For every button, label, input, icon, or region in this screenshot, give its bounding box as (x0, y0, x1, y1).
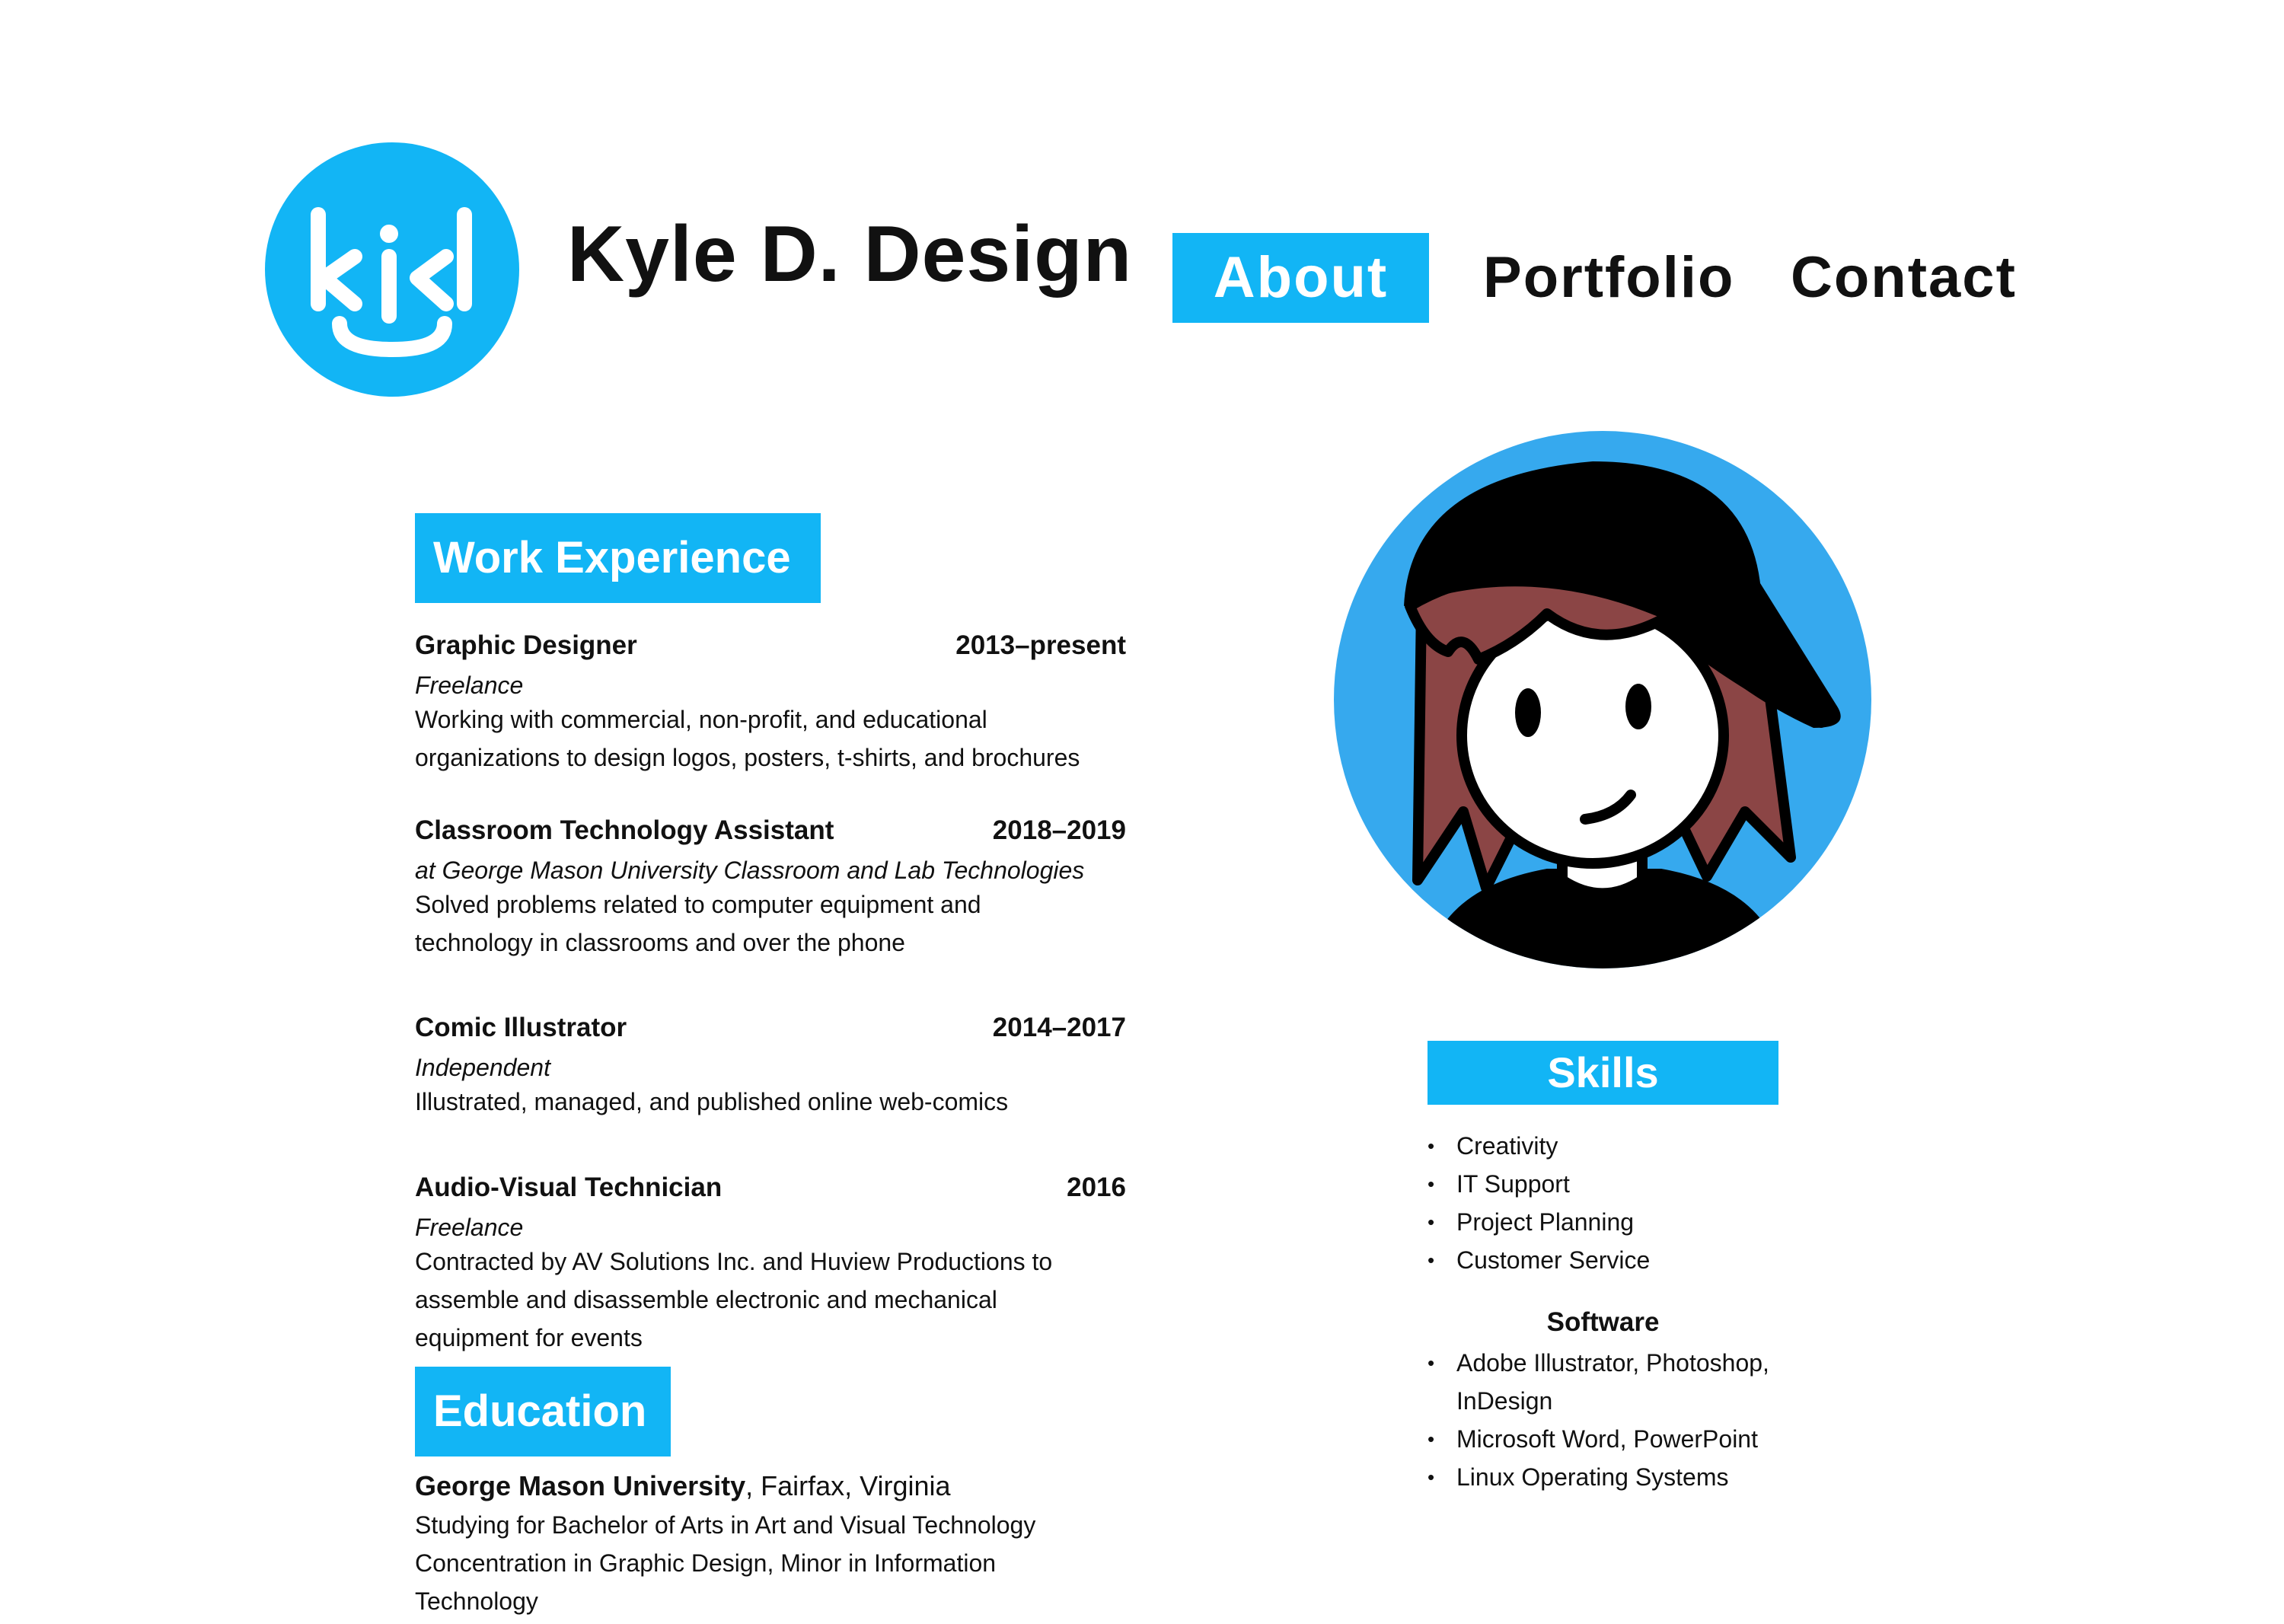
kjd-logo-icon (265, 142, 519, 397)
nav-about[interactable]: About (1172, 233, 1429, 323)
avatar-illustration-icon (1334, 431, 1871, 968)
job-years: 2018–2019 (992, 815, 1126, 845)
school-name: George Mason University (415, 1470, 746, 1501)
site-title[interactable]: Kyle D. Design (567, 215, 1132, 294)
nav-contact[interactable]: Contact (1791, 233, 2017, 323)
software-item: Adobe Illustrator, Photoshop, InDesign (1428, 1344, 1823, 1420)
education-heading: Education (415, 1367, 671, 1456)
skill-item: IT Support (1428, 1165, 1900, 1203)
job-description: Contracted by AV Solutions Inc. and Huvi… (415, 1248, 1053, 1351)
job-title: Graphic Designer (415, 630, 637, 660)
software-item: Microsoft Word, PowerPoint (1428, 1420, 1823, 1458)
software-item: Linux Operating Systems (1428, 1458, 1823, 1496)
job-entry: Comic Illustrator 2014–2017 Independent … (415, 1013, 1126, 1121)
education-description: Studying for Bachelor of Arts in Art and… (415, 1511, 1036, 1615)
nav-portfolio[interactable]: Portfolio (1483, 233, 1734, 323)
job-organization: Freelance (415, 1214, 524, 1241)
software-heading: Software (1546, 1307, 1660, 1337)
job-years: 2013–present (955, 630, 1126, 660)
education-school-line: George Mason University, Fairfax, Virgin… (415, 1469, 1126, 1503)
skill-item: Customer Service (1428, 1241, 1900, 1279)
work-experience-heading: Work Experience (415, 513, 821, 603)
job-description: Working with commercial, non-profit, and… (415, 706, 1080, 771)
education-entry: George Mason University, Fairfax, Virgin… (415, 1469, 1126, 1620)
school-location: , Fairfax, Virginia (745, 1470, 951, 1501)
skills-list: Creativity IT Support Project Planning C… (1428, 1127, 1900, 1279)
skill-item: Creativity (1428, 1127, 1900, 1165)
job-title: Classroom Technology Assistant (415, 815, 834, 845)
avatar (1334, 431, 1871, 968)
skill-item: Project Planning (1428, 1203, 1900, 1241)
job-description: Solved problems related to computer equi… (415, 891, 981, 956)
software-list: Adobe Illustrator, Photoshop, InDesign M… (1428, 1344, 1823, 1496)
job-title: Comic Illustrator (415, 1013, 627, 1042)
job-entry: Graphic Designer 2013–present Freelance … (415, 630, 1126, 777)
job-organization: at George Mason University Classroom and… (415, 857, 1085, 884)
job-organization: Freelance (415, 672, 524, 699)
site-logo[interactable] (265, 142, 519, 397)
job-description: Illustrated, managed, and published onli… (415, 1088, 1009, 1115)
job-organization: Independent (415, 1054, 550, 1081)
job-years: 2014–2017 (992, 1013, 1126, 1042)
job-entry: Classroom Technology Assistant 2018–2019… (415, 815, 1126, 962)
skills-heading: Skills (1428, 1041, 1778, 1105)
job-years: 2016 (1067, 1173, 1126, 1202)
job-title: Audio-Visual Technician (415, 1173, 723, 1202)
job-entry: Audio-Visual Technician 2016 Freelance C… (415, 1173, 1126, 1357)
